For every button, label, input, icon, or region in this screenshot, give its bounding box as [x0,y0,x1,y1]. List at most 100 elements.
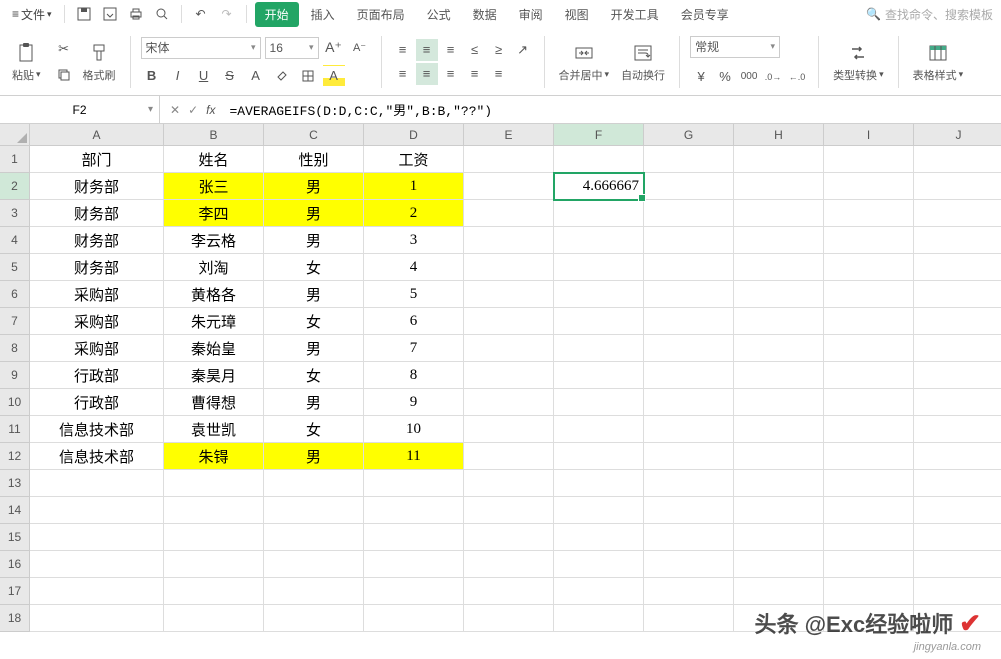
tab-插入[interactable]: 插入 [301,2,345,27]
bold-button[interactable]: B [141,65,163,87]
cell-G1[interactable] [644,146,734,173]
cell-J14[interactable] [914,497,1001,524]
row-header-11[interactable]: 11 [0,416,30,443]
cell-F8[interactable] [554,335,644,362]
cell-E16[interactable] [464,551,554,578]
orientation-icon[interactable]: ↗ [512,39,534,61]
tab-开发工具[interactable]: 开发工具 [601,2,669,27]
distribute-icon[interactable]: ≡ [488,63,510,85]
cell-I8[interactable] [824,335,914,362]
cell-B2[interactable]: 张三 [164,173,264,200]
row-header-10[interactable]: 10 [0,389,30,416]
format-painter-button[interactable]: 格式刷 [79,39,120,85]
col-header-I[interactable]: I [824,124,914,146]
cancel-icon[interactable]: ✕ [170,103,180,117]
wrap-button[interactable]: 自动换行 [617,39,669,85]
cell-A2[interactable]: 财务部 [30,173,164,200]
cell-F14[interactable] [554,497,644,524]
comma-icon[interactable]: 000 [738,66,760,88]
cell-F16[interactable] [554,551,644,578]
save-as-icon[interactable] [99,3,121,25]
cell-J13[interactable] [914,470,1001,497]
cell-H13[interactable] [734,470,824,497]
align-bottom-icon[interactable]: ≡ [440,39,462,61]
border-button[interactable] [297,65,319,87]
cell-B11[interactable]: 袁世凯 [164,416,264,443]
cell-E2[interactable] [464,173,554,200]
cell-C8[interactable]: 男 [264,335,364,362]
cell-B8[interactable]: 秦始皇 [164,335,264,362]
cell-F15[interactable] [554,524,644,551]
cell-C11[interactable]: 女 [264,416,364,443]
cell-E10[interactable] [464,389,554,416]
cell-I10[interactable] [824,389,914,416]
cell-A15[interactable] [30,524,164,551]
confirm-icon[interactable]: ✓ [188,103,198,117]
cell-J1[interactable] [914,146,1001,173]
cell-F6[interactable] [554,281,644,308]
col-header-E[interactable]: E [464,124,554,146]
row-header-15[interactable]: 15 [0,524,30,551]
cell-G15[interactable] [644,524,734,551]
cell-J9[interactable] [914,362,1001,389]
cell-G7[interactable] [644,308,734,335]
cell-C13[interactable] [264,470,364,497]
cell-B6[interactable]: 黄格各 [164,281,264,308]
cell-G9[interactable] [644,362,734,389]
row-header-8[interactable]: 8 [0,335,30,362]
cell-H12[interactable] [734,443,824,470]
cell-E5[interactable] [464,254,554,281]
cell-I5[interactable] [824,254,914,281]
cell-I7[interactable] [824,308,914,335]
col-header-A[interactable]: A [30,124,164,146]
chevron-down-icon[interactable]: ▾ [148,104,153,115]
cell-H8[interactable] [734,335,824,362]
cell-J11[interactable] [914,416,1001,443]
cell-I11[interactable] [824,416,914,443]
row-header-5[interactable]: 5 [0,254,30,281]
col-header-D[interactable]: D [364,124,464,146]
cell-D16[interactable] [364,551,464,578]
cell-B9[interactable]: 秦昊月 [164,362,264,389]
tab-审阅[interactable]: 审阅 [509,2,553,27]
cell-G5[interactable] [644,254,734,281]
cell-A1[interactable]: 部门 [30,146,164,173]
cell-B7[interactable]: 朱元璋 [164,308,264,335]
cell-A12[interactable]: 信息技术部 [30,443,164,470]
cell-F11[interactable] [554,416,644,443]
cell-C18[interactable] [264,605,364,632]
highlight-button[interactable]: A [323,65,345,87]
cell-D8[interactable]: 7 [364,335,464,362]
cell-I3[interactable] [824,200,914,227]
cell-J8[interactable] [914,335,1001,362]
decrease-decimal-icon[interactable]: ←.0 [786,66,808,88]
cell-A11[interactable]: 信息技术部 [30,416,164,443]
cell-J3[interactable] [914,200,1001,227]
cell-J16[interactable] [914,551,1001,578]
cell-F10[interactable] [554,389,644,416]
cell-A8[interactable]: 采购部 [30,335,164,362]
indent-increase-icon[interactable]: ≥ [488,39,510,61]
cell-B17[interactable] [164,578,264,605]
cell-H3[interactable] [734,200,824,227]
cell-G8[interactable] [644,335,734,362]
cell-E8[interactable] [464,335,554,362]
cell-D9[interactable]: 8 [364,362,464,389]
cell-J5[interactable] [914,254,1001,281]
cell-G4[interactable] [644,227,734,254]
cell-A13[interactable] [30,470,164,497]
cell-A10[interactable]: 行政部 [30,389,164,416]
cell-J6[interactable] [914,281,1001,308]
cell-I17[interactable] [824,578,914,605]
cell-E12[interactable] [464,443,554,470]
search-box[interactable]: 🔍 查找命令、搜索模板 [866,6,993,23]
cell-D14[interactable] [364,497,464,524]
cell-E4[interactable] [464,227,554,254]
cell-A9[interactable]: 行政部 [30,362,164,389]
row-header-3[interactable]: 3 [0,200,30,227]
cell-D7[interactable]: 6 [364,308,464,335]
cell-C6[interactable]: 男 [264,281,364,308]
cell-F18[interactable] [554,605,644,632]
cell-C16[interactable] [264,551,364,578]
cell-D13[interactable] [364,470,464,497]
